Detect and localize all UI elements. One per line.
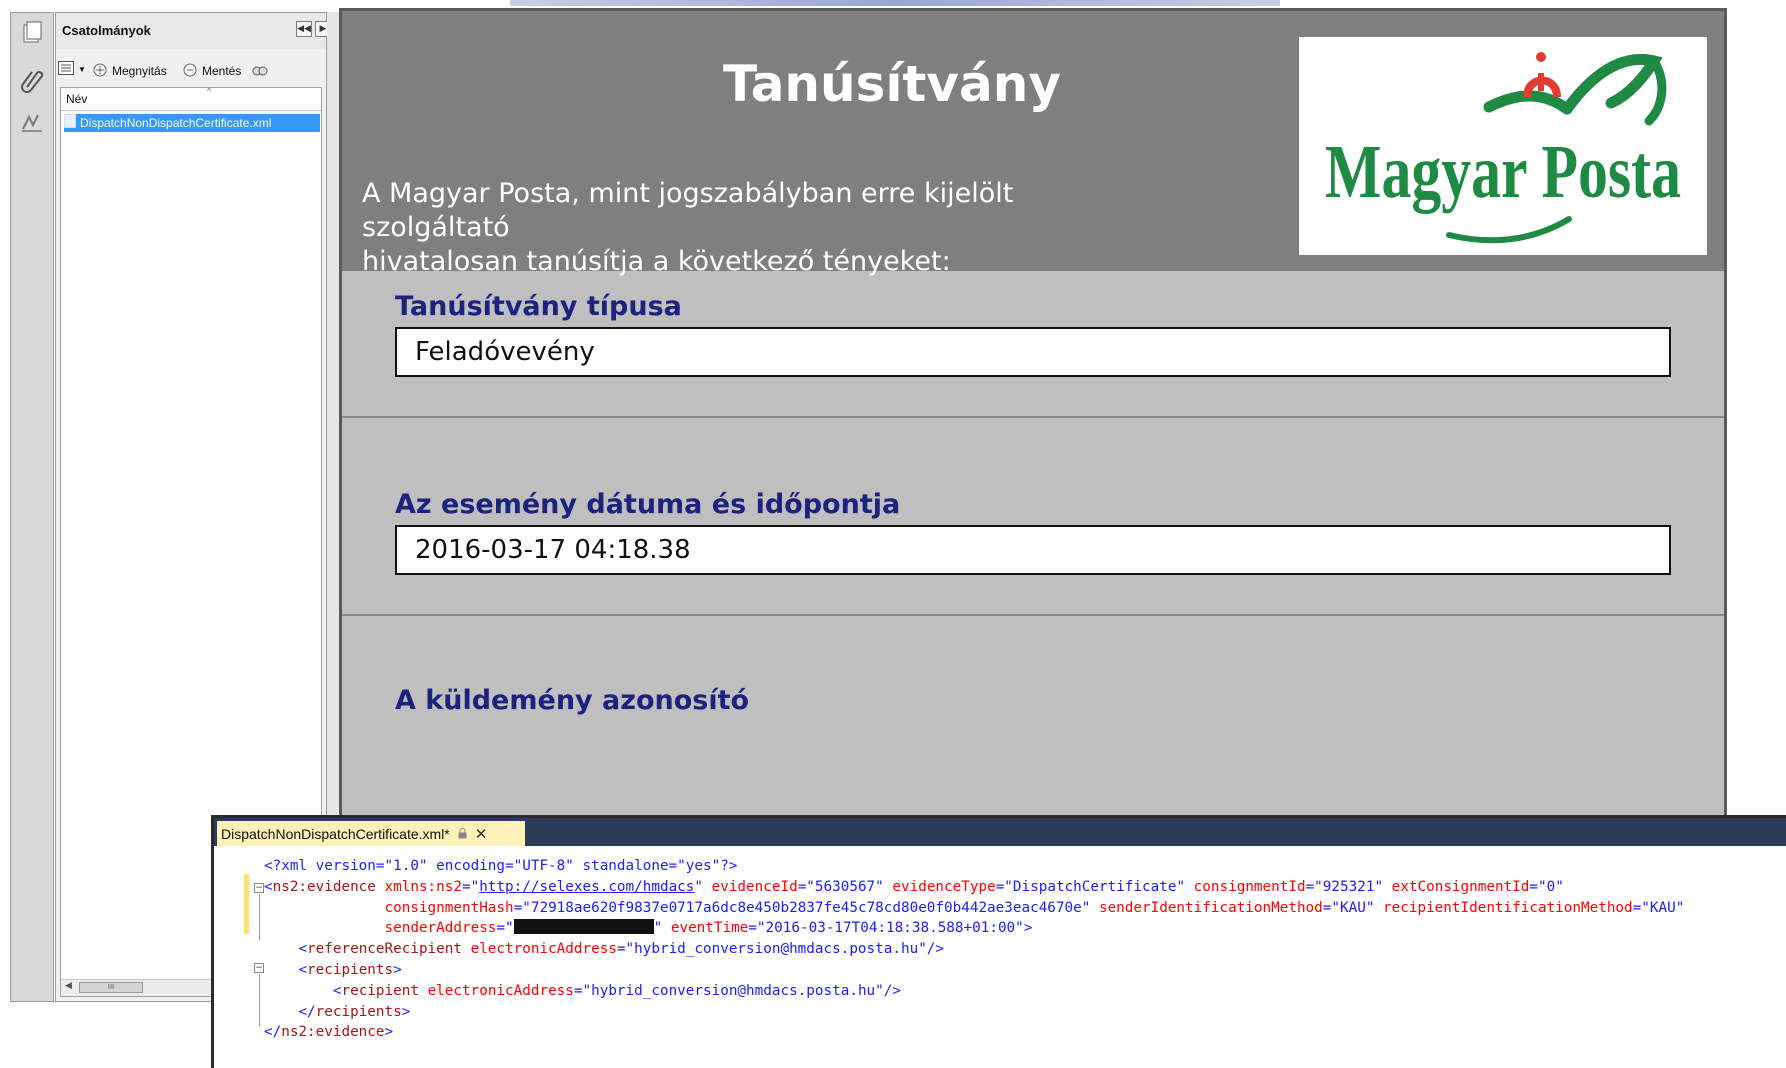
fold-toggle-recipients[interactable]: − xyxy=(254,963,264,973)
fold-toggle-evidence[interactable]: − xyxy=(254,883,264,893)
section-divider xyxy=(342,416,1724,418)
xml-code[interactable]: <?xml version="1.0" encoding="UTF-8" sta… xyxy=(264,856,1684,1043)
scroll-left-icon[interactable]: ◀ xyxy=(65,981,72,991)
change-indicator xyxy=(244,874,249,934)
code-line-9: </ns2:evidence> xyxy=(264,1024,394,1041)
view-options-button[interactable]: ▼ xyxy=(58,61,86,78)
column-header-name[interactable]: Név ^ xyxy=(61,86,321,111)
intro-line-1: A Magyar Posta, mint jogszabályban erre … xyxy=(362,178,1014,243)
tab-title: DispatchNonDispatchCertificate.xml* xyxy=(221,825,450,842)
code-line-8: </recipients> xyxy=(298,1003,411,1020)
collapse-pane-button[interactable]: ◀◀ xyxy=(296,21,312,37)
scroll-thumb[interactable]: III xyxy=(79,982,143,993)
section-label-event-datetime: Az esemény dátuma és időpontja xyxy=(395,489,901,520)
section-label-consignment-id: A küldemény azonosító xyxy=(395,685,750,716)
redacted-value xyxy=(513,919,654,935)
namespace-link[interactable]: http://selexes.com/hmdacs xyxy=(479,879,694,895)
tab-xml-file[interactable]: DispatchNonDispatchCertificate.xml* ✕ xyxy=(217,821,525,846)
paperclip-icon[interactable] xyxy=(17,65,47,95)
code-line-6: <recipients> xyxy=(298,961,402,978)
file-name: DispatchNonDispatchCertificate.xml xyxy=(80,116,272,130)
fold-guide xyxy=(259,894,260,940)
editor-tab-bar: DispatchNonDispatchCertificate.xml* ✕ xyxy=(214,818,1786,846)
logo-text: Magyar Posta xyxy=(1325,130,1681,214)
attachments-header: Csatolmányok ◀◀ ▶ xyxy=(56,13,331,49)
binoculars-icon xyxy=(252,61,268,80)
pages-icon[interactable] xyxy=(17,17,47,47)
close-icon[interactable]: ✕ xyxy=(475,825,488,843)
attachments-title: Csatolmányok xyxy=(62,23,151,38)
open-button[interactable]: Megnyitás xyxy=(92,61,167,80)
fold-guide xyxy=(259,974,260,1026)
code-line-7: <recipient electronicAddress="hybrid_con… xyxy=(332,982,901,999)
code-line-1: <?xml version="1.0" encoding="UTF-8" sta… xyxy=(264,858,738,874)
xml-file-icon xyxy=(64,113,76,133)
window-top-edge xyxy=(510,0,1280,6)
list-item[interactable]: DispatchNonDispatchCertificate.xml xyxy=(64,113,320,133)
save-label: Mentés xyxy=(202,63,242,78)
sort-arrow-icon: ^ xyxy=(207,86,212,96)
open-label: Megnyitás xyxy=(112,63,167,78)
chevron-down-icon: ▼ xyxy=(78,65,86,74)
event-datetime-value: 2016-03-17 04:18.38 xyxy=(395,525,1671,575)
page-title: Tanúsítvány xyxy=(723,55,1061,113)
open-attachment-icon xyxy=(92,61,108,80)
search-attachments-button[interactable] xyxy=(252,61,268,80)
document-view: Tanúsítvány A Magyar Posta, mint jogszab… xyxy=(339,8,1727,820)
code-line-5: <referenceRecipient electronicAddress="h… xyxy=(298,941,945,958)
section-divider xyxy=(342,614,1724,616)
intro-text: A Magyar Posta, mint jogszabályban erre … xyxy=(362,177,1162,279)
list-view-icon xyxy=(58,61,74,78)
code-line-2: <ns2:evidence xmlns:ns2="http://selexes.… xyxy=(264,878,1564,895)
attachments-toolbar: ▼ Megnyitás Mentés xyxy=(56,57,326,83)
intro-line-2: hivatalosan tanúsítja a következő tények… xyxy=(362,246,951,277)
navigation-toolbar xyxy=(10,12,54,1002)
save-attachment-icon xyxy=(182,61,198,80)
signature-icon[interactable] xyxy=(17,107,47,137)
magyar-posta-logo: Magyar Posta xyxy=(1299,37,1707,255)
document-header: Tanúsítvány A Magyar Posta, mint jogszab… xyxy=(342,11,1724,277)
code-line-4: senderAddress=" " eventTime="2016-03-17T0… xyxy=(384,919,1033,937)
column-name-label: Név xyxy=(66,92,88,106)
lock-icon xyxy=(458,826,467,842)
xml-editor-window: DispatchNonDispatchCertificate.xml* ✕ − … xyxy=(211,815,1786,1068)
certificate-type-value: Feladóvevény xyxy=(395,327,1671,377)
code-line-3: consignmentHash="72918ae620f9837e0717a6d… xyxy=(384,899,1685,916)
section-label-certificate-type: Tanúsítvány típusa xyxy=(395,291,682,322)
save-button[interactable]: Mentés xyxy=(182,61,241,80)
